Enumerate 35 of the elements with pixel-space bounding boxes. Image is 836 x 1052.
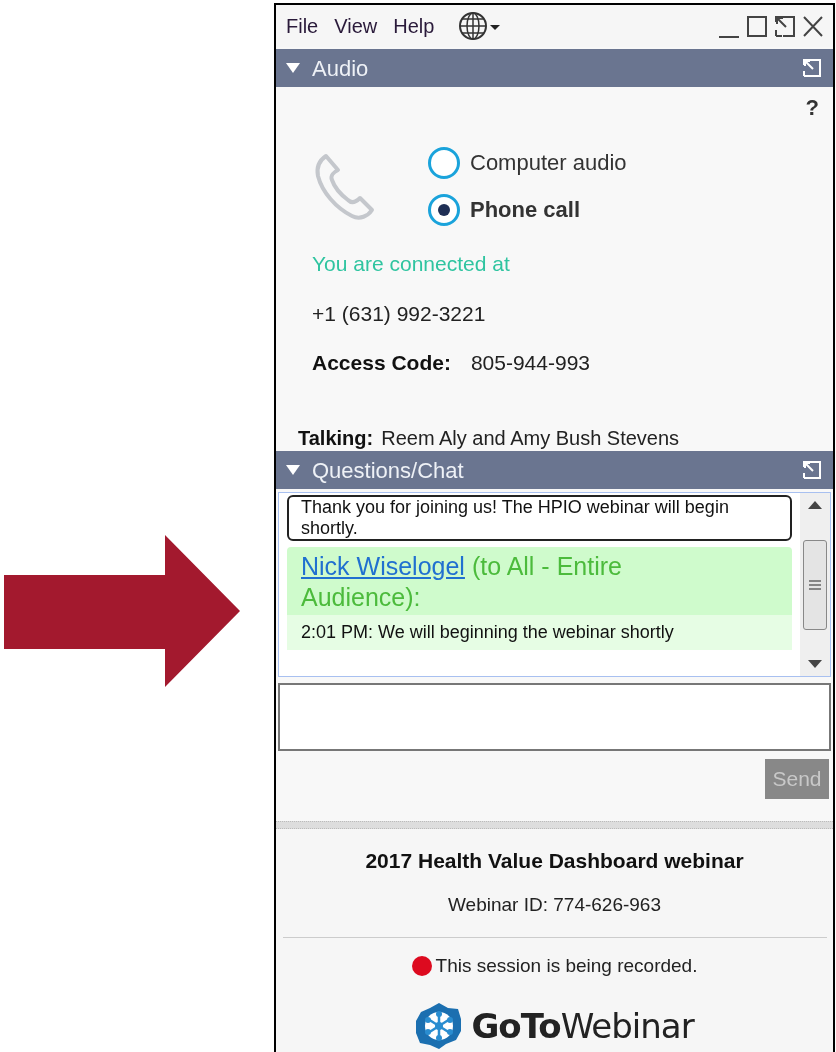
section-header[interactable]: Questions/Chat	[276, 451, 833, 489]
recording-notice: This session is being recorded.	[435, 954, 698, 978]
grip-icon	[809, 578, 821, 591]
logo-wordmark: GoToWebinar	[471, 1004, 694, 1048]
radio-option[interactable]: Phone call	[428, 193, 627, 226]
message-input[interactable]	[278, 683, 831, 751]
webinar-id: Webinar ID: 774-626-963	[448, 892, 661, 917]
popout-icon[interactable]	[801, 57, 823, 79]
help-icon[interactable]: ?	[805, 91, 819, 124]
section-title: Audio	[312, 54, 369, 83]
sender-link[interactable]: Nick Wiselogel	[301, 552, 465, 580]
menu-item[interactable]: View	[332, 11, 380, 41]
scroll-down-icon[interactable]	[808, 660, 822, 668]
access-code: 805-944-993	[470, 350, 590, 376]
menu-item[interactable]: Help	[391, 11, 437, 41]
connection-status: You are connected at	[312, 251, 511, 277]
access-code-label: Access Code:	[312, 350, 451, 376]
maximize-icon[interactable]	[745, 13, 769, 39]
talking-names: Reem Aly and Amy Bush Stevens	[381, 425, 680, 451]
popout-icon[interactable]	[773, 13, 797, 39]
phone-number: +1 (631) 992-3221	[312, 300, 487, 327]
splitter-handle[interactable]	[276, 821, 833, 829]
chat-message-text: 2:01 PM: We will beginning the webinar shortly	[287, 615, 792, 650]
webinar-title: 2017 Health Value Dashboard webinar	[365, 848, 744, 874]
chat-notice: Thank you for joining us! The HPIO webinar will begin shortly.	[287, 495, 792, 541]
section-header[interactable]: Audio	[276, 49, 833, 87]
scrollbar-thumb[interactable]	[803, 539, 827, 630]
radio-option[interactable]: Computer audio	[428, 146, 627, 179]
talking-label: Talking:	[298, 425, 374, 451]
scrollbar[interactable]	[800, 493, 830, 676]
scroll-up-icon[interactable]	[808, 501, 822, 509]
message-header: Nick Wiselogel (to All - Entire Audience):	[300, 551, 623, 613]
section-title: Questions/Chat	[312, 456, 464, 485]
menu-item[interactable]: File	[284, 11, 321, 41]
popout-icon[interactable]	[801, 459, 823, 481]
